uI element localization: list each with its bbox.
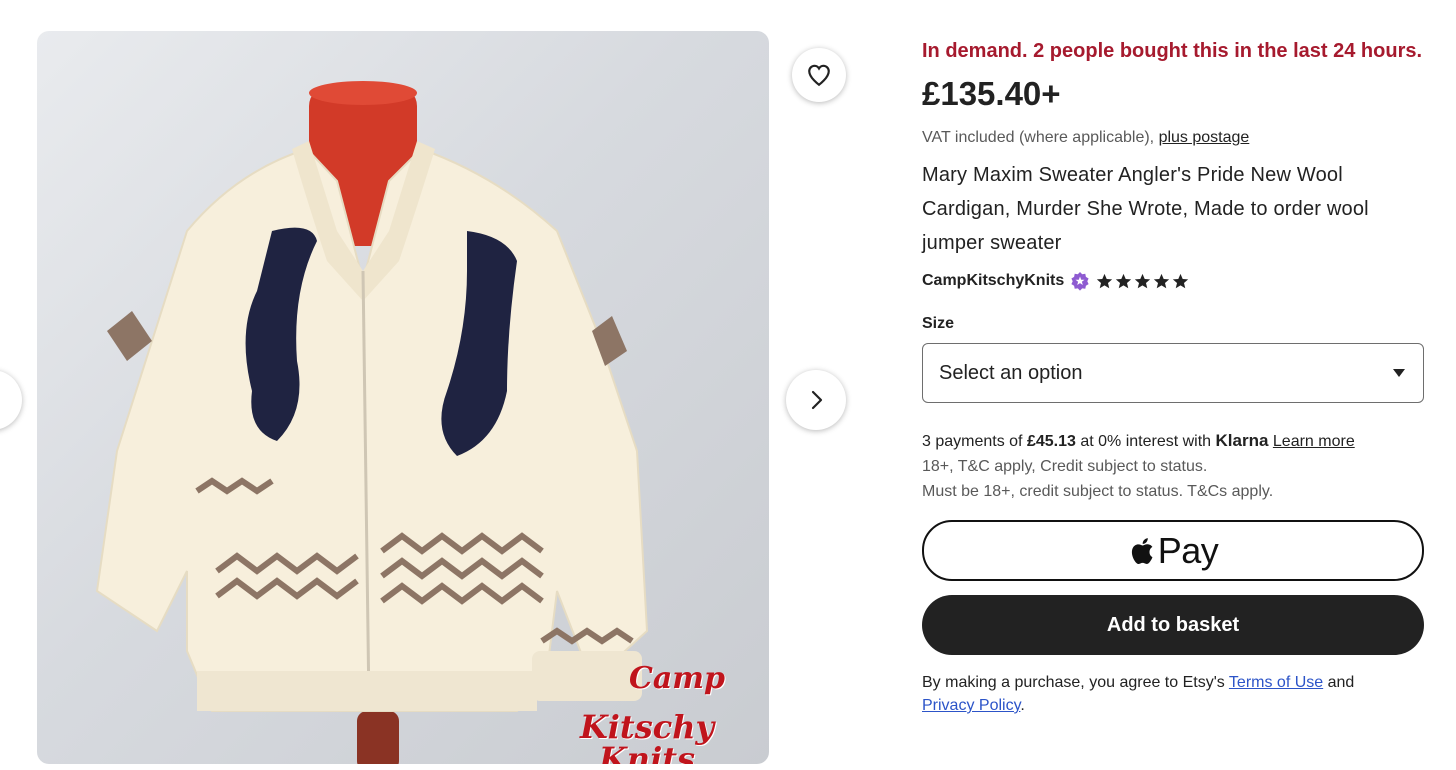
legal-prefix: By making a purchase, you agree to Etsy'… (922, 674, 1229, 691)
chevron-left-icon (0, 388, 4, 412)
legal-suffix: . (1020, 697, 1025, 714)
star-seller-badge-icon (1071, 272, 1089, 291)
legal-middle: and (1323, 674, 1355, 691)
watermark-line-1: Camp (628, 661, 726, 696)
apple-logo-icon (1131, 537, 1153, 564)
privacy-policy-link[interactable]: Privacy Policy (922, 697, 1020, 714)
size-select-value: Select an option (939, 361, 1083, 384)
demand-notice: In demand. 2 people bought this in the l… (922, 40, 1423, 62)
buy-box: In demand. 2 people bought this in the l… (922, 38, 1426, 717)
star-icon (1173, 273, 1189, 288)
shop-rating[interactable] (1096, 273, 1191, 290)
next-image-button[interactable] (786, 370, 846, 430)
vat-text: VAT included (where applicable), (922, 129, 1159, 146)
price: £135.40+ (922, 75, 1061, 112)
previous-image-button[interactable] (0, 370, 22, 430)
chevron-right-icon (811, 390, 823, 410)
shop-name-link[interactable]: CampKitschyKnits (922, 272, 1064, 290)
star-icon (1097, 273, 1113, 288)
heart-icon (808, 64, 830, 87)
credit-notice: Must be 18+, credit subject to status. T… (922, 483, 1274, 500)
star-icon (1116, 273, 1132, 288)
klarna-middle: at 0% interest with (1075, 433, 1216, 450)
klarna-brand: Klarna (1215, 431, 1269, 450)
purchase-legal-note: By making a purchase, you agree to Etsy'… (922, 671, 1426, 717)
klarna-prefix: 3 payments of (922, 433, 1027, 450)
caret-down-icon (1393, 369, 1405, 377)
apple-pay-label: Pay (1157, 529, 1219, 571)
klarna-terms: 18+, T&C apply, Credit subject to status… (922, 458, 1208, 475)
klarna-offer: 3 payments of £45.13 at 0% interest with… (922, 429, 1426, 454)
size-select[interactable]: Select an option (922, 343, 1424, 403)
favourite-button[interactable] (792, 48, 846, 102)
watermark-line-2: Kitschy Knits (579, 708, 715, 764)
klarna-learn-more-link[interactable]: Learn more (1273, 433, 1355, 450)
terms-of-use-link[interactable]: Terms of Use (1229, 674, 1323, 691)
star-icon (1154, 273, 1170, 288)
postage-link[interactable]: plus postage (1159, 129, 1250, 146)
size-label: Size (922, 315, 955, 332)
shop-info: CampKitschyKnits (922, 267, 1426, 295)
star-icon (1135, 273, 1151, 288)
sweater-photo (95, 81, 649, 764)
add-to-basket-button[interactable]: Add to basket (922, 595, 1424, 655)
listing-image[interactable]: Camp Kitschy Knits (37, 31, 769, 764)
apple-pay-button[interactable]: Pay (922, 520, 1424, 581)
listing-title: Mary Maxim Sweater Angler's Pride New Wo… (922, 164, 1369, 254)
vat-note: VAT included (where applicable), plus po… (922, 128, 1426, 148)
klarna-amount: £45.13 (1026, 433, 1076, 450)
